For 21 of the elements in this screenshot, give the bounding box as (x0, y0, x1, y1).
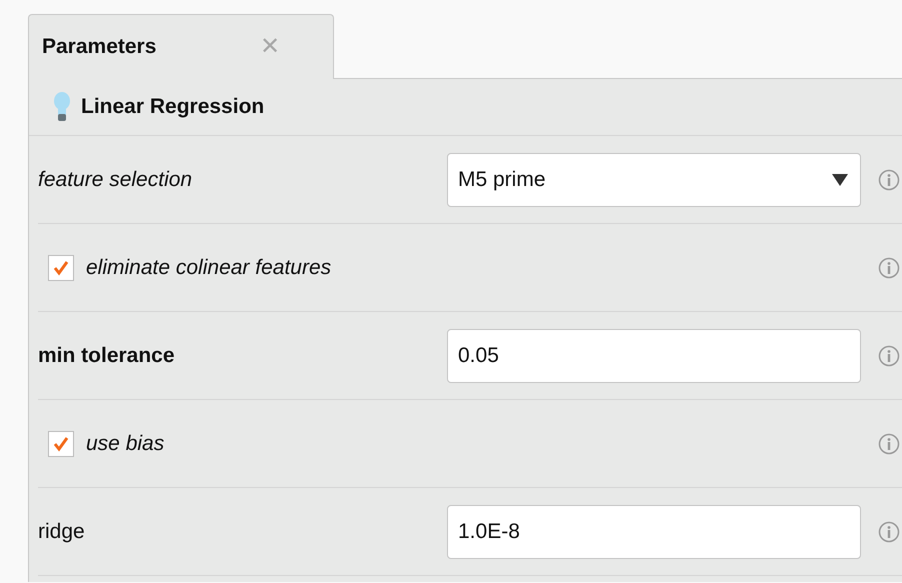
parameter-label: feature selection (38, 166, 194, 193)
info-icon[interactable] (878, 256, 900, 278)
info-icon[interactable] (878, 344, 900, 366)
parameter-label: ridge (38, 518, 86, 545)
parameter-label: use bias (86, 430, 164, 457)
checkbox[interactable] (48, 254, 74, 280)
parameter-label: min tolerance (38, 342, 176, 369)
check-icon (52, 258, 70, 276)
caret-icon (832, 174, 848, 186)
input-field[interactable]: 0.05 (447, 328, 861, 382)
input-field[interactable]: 1.0E-8 (447, 504, 861, 558)
checkbox[interactable] (48, 430, 74, 456)
info-icon[interactable] (878, 168, 900, 190)
info-icon[interactable] (878, 432, 900, 454)
operator-title: Linear Regression (81, 94, 264, 120)
parameter-label: eliminate colinear features (86, 254, 332, 281)
info-icon[interactable] (878, 520, 900, 542)
lightbulb-icon (53, 90, 71, 122)
check-icon (52, 434, 70, 452)
dropdown[interactable]: M5 prime (447, 152, 861, 206)
parameters-tab[interactable]: Parameters ✕ (28, 14, 334, 79)
